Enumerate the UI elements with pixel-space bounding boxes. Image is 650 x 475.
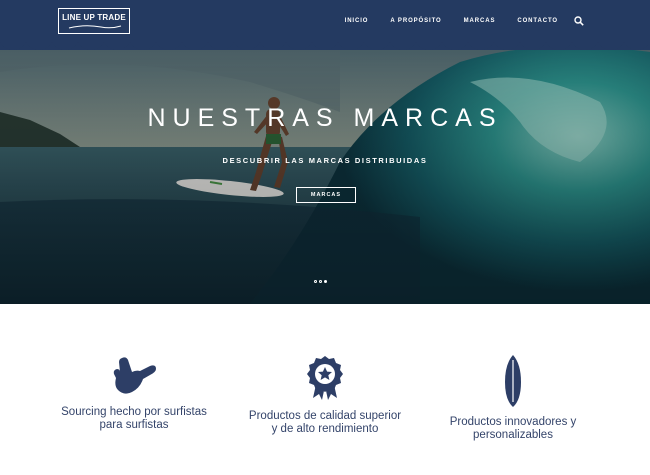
hero-title: NUESTRAS MARCAS: [147, 104, 503, 132]
features-section: Sourcing hecho por surfistas para surfis…: [0, 304, 650, 475]
slide-dot[interactable]: [319, 280, 322, 283]
feature-sourcing-line2: para surfistas: [99, 419, 169, 431]
feature-sourcing-text: Sourcing hecho por surfistas para surfis…: [34, 406, 234, 432]
wave-border: [0, 36, 650, 50]
feature-innovadores: Productos innovadores y personalizables: [413, 354, 613, 442]
surfboard-icon: [505, 355, 521, 407]
feature-calidad-line2: y de alto rendimiento: [271, 423, 379, 435]
hero-subtitle: DESCUBRIR LAS MARCAS DISTRIBUIDAS: [222, 156, 428, 165]
shaka-hand-icon: [113, 357, 156, 394]
feature-calidad: Productos de calidad superior y de alto …: [225, 354, 425, 436]
hero-slider: NUESTRAS MARCAS DESCUBRIR LAS MARCAS DIS…: [0, 42, 650, 304]
slider-dots: [314, 280, 329, 283]
marcas-button[interactable]: MARCAS: [296, 187, 356, 203]
feature-innovadores-line1: Productos innovadores y: [449, 416, 577, 428]
feature-calidad-line1: Productos de calidad superior: [248, 410, 402, 422]
nav-a-proposito[interactable]: A PROPÓSITO: [390, 18, 441, 24]
feature-sourcing: Sourcing hecho por surfistas para surfis…: [34, 354, 234, 432]
nav-marcas[interactable]: MARCAS: [464, 18, 496, 24]
feature-innovadores-line2: personalizables: [473, 429, 553, 441]
logo[interactable]: LINE UP TRADE: [58, 8, 130, 34]
nav-inicio[interactable]: INICIO: [345, 18, 369, 24]
feature-innovadores-text: Productos innovadores y personalizables: [413, 416, 613, 442]
nav-contacto[interactable]: CONTACTO: [517, 18, 558, 24]
logo-text: LINE UP TRADE: [62, 13, 126, 22]
feature-sourcing-line1: Sourcing hecho por surfistas: [61, 406, 207, 418]
hero-surf-image: [0, 42, 650, 304]
search-icon[interactable]: [574, 16, 584, 26]
award-ribbon-icon: [307, 356, 343, 400]
slide-dot[interactable]: [314, 280, 317, 283]
feature-calidad-text: Productos de calidad superior y de alto …: [225, 410, 425, 436]
slide-dot-active[interactable]: [324, 280, 327, 283]
logo-swoosh-icon: [68, 25, 122, 29]
